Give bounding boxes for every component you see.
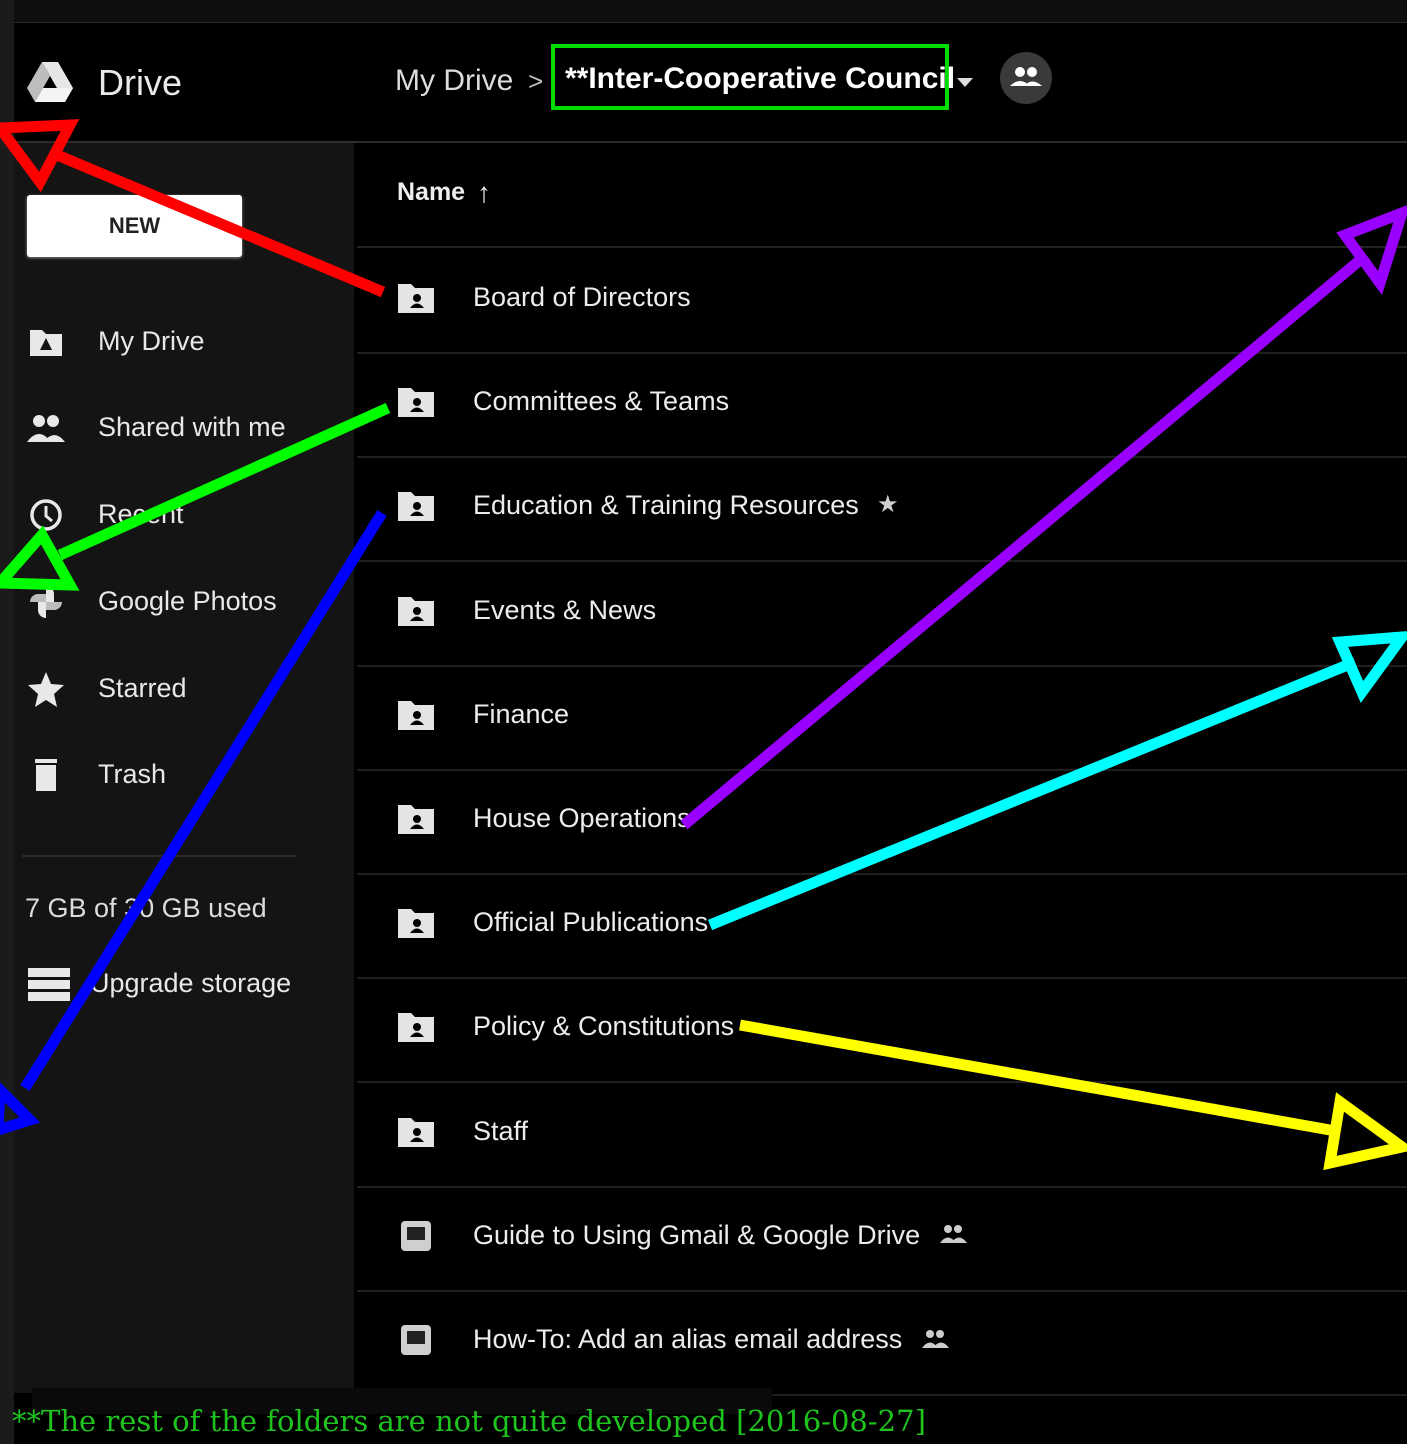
drive-window: Drive My Drive > **Inter-Cooperative Cou…	[0, 0, 1407, 1444]
yellow-arrow	[739, 1019, 1407, 1171]
blue-arrow	[0, 510, 387, 1136]
cyan-arrow	[707, 631, 1407, 931]
green-arrow	[0, 402, 391, 591]
red-arrow	[0, 119, 386, 298]
purple-arrow	[680, 205, 1407, 830]
annotation-arrows	[0, 119, 1407, 1171]
